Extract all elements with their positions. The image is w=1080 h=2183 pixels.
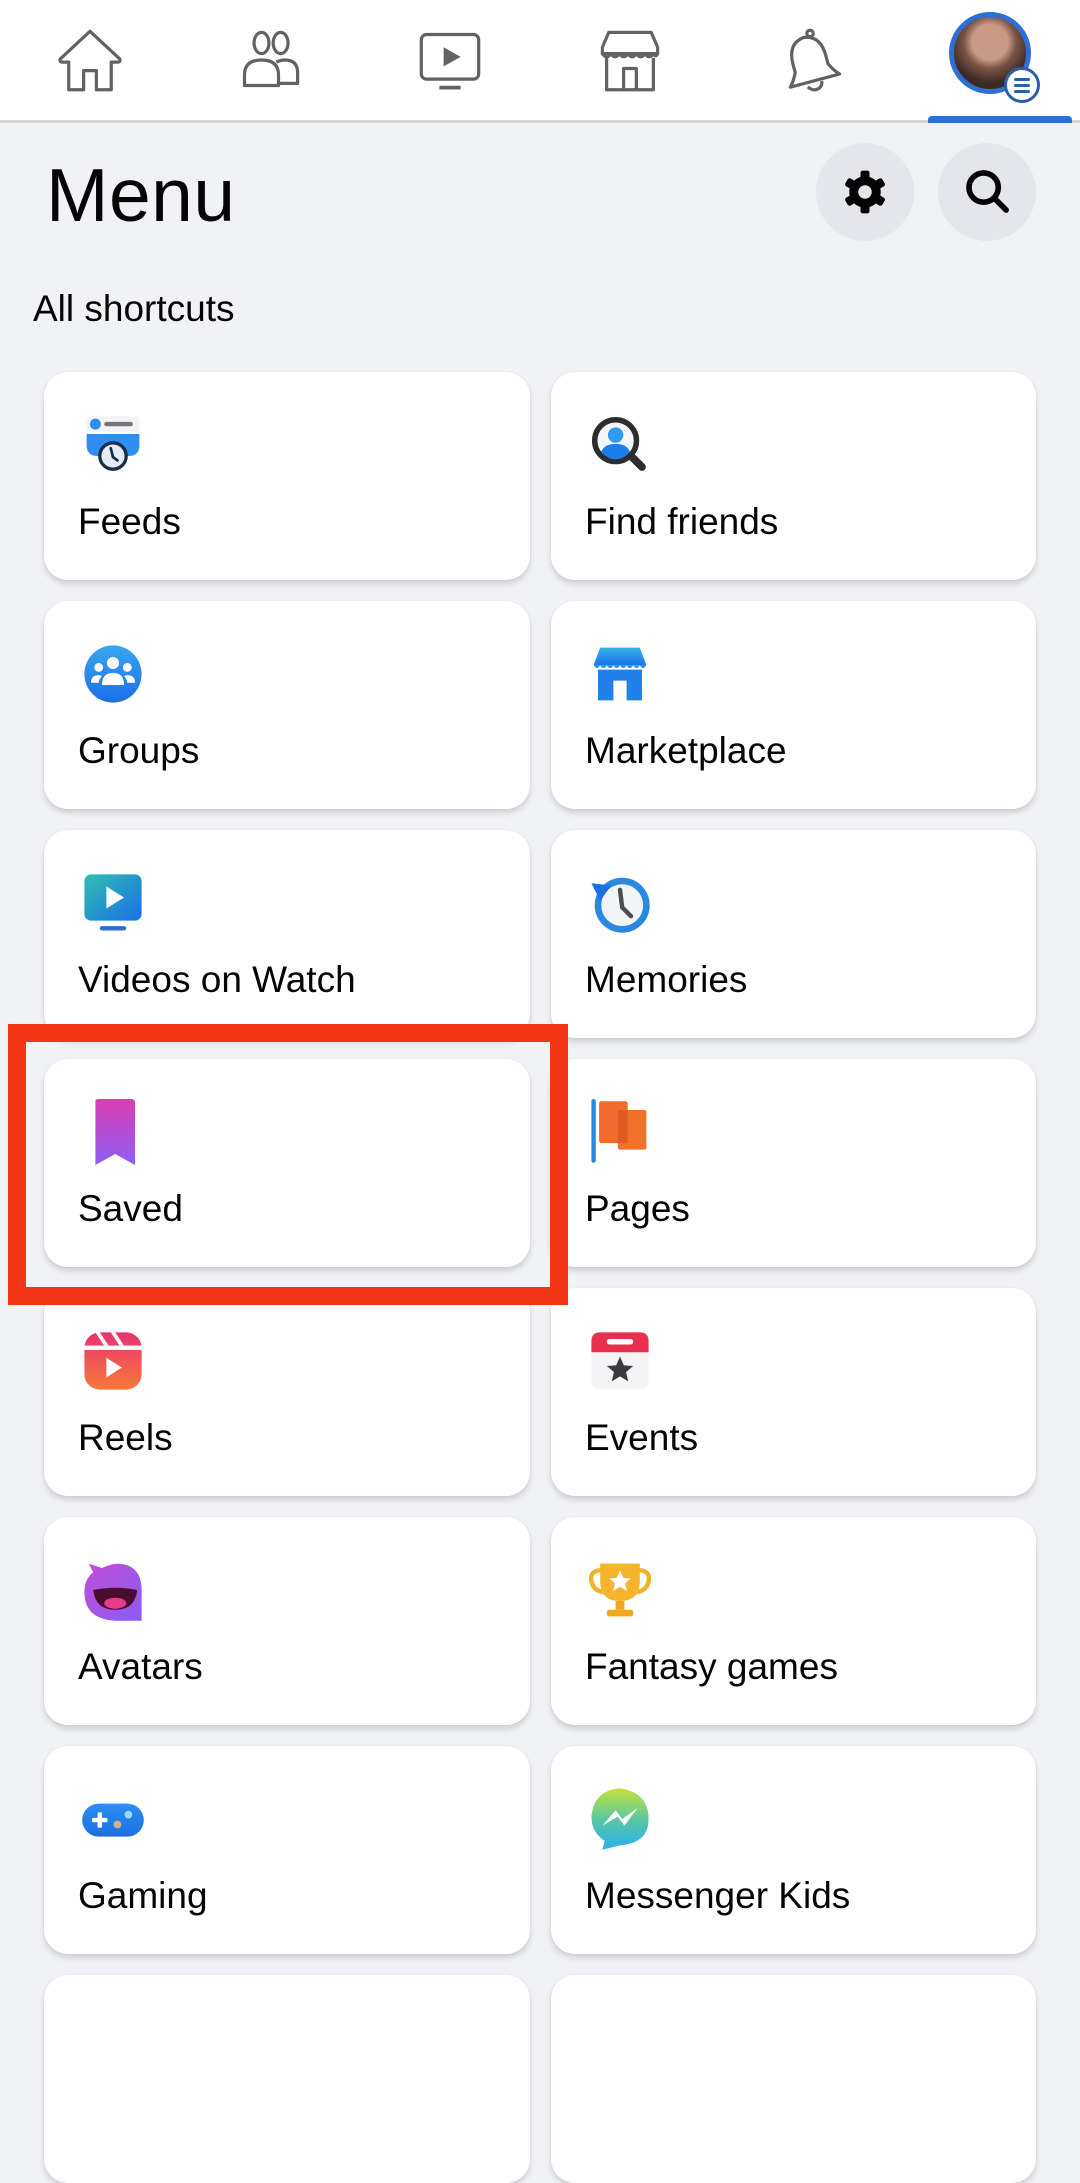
shortcut-label: Avatars — [78, 1646, 203, 1687]
tab-friends[interactable] — [180, 0, 360, 120]
friends-icon — [242, 30, 300, 88]
gear-icon — [845, 170, 885, 214]
top-navigation-bar — [0, 0, 1080, 123]
profile-avatar — [949, 12, 1040, 103]
shortcut-gaming[interactable]: Gaming — [44, 1746, 530, 1954]
shortcut-label: Saved — [78, 1188, 183, 1229]
watch-video-icon — [84, 874, 142, 931]
page-title: Menu — [46, 153, 236, 237]
shortcut-label: Messenger Kids — [585, 1875, 851, 1916]
home-icon — [58, 29, 122, 92]
memories-clock-icon — [591, 877, 650, 933]
avatar-face-icon — [84, 1563, 142, 1621]
shortcut-label: Marketplace — [585, 730, 787, 771]
shortcut-label: Reels — [78, 1417, 173, 1458]
active-tab-indicator — [928, 116, 1072, 123]
trophy-icon — [588, 1563, 652, 1617]
shortcut-feeds[interactable]: Feeds — [44, 372, 530, 580]
tab-menu[interactable] — [900, 0, 1080, 123]
shortcut-marketplace[interactable]: Marketplace — [551, 601, 1036, 809]
shortcut-find-friends[interactable]: Find friends — [551, 372, 1036, 580]
shortcut-label: Videos on Watch — [78, 959, 356, 1000]
tab-marketplace[interactable] — [540, 0, 720, 120]
shortcut-label: Groups — [78, 730, 200, 771]
shortcut-memories[interactable]: Memories — [551, 830, 1036, 1038]
shortcut-card-partial[interactable] — [44, 1975, 530, 2183]
reels-icon — [84, 1332, 142, 1390]
shortcut-fantasy-games[interactable]: Fantasy games — [551, 1517, 1036, 1725]
marketplace-icon — [600, 30, 660, 92]
tab-watch[interactable] — [360, 0, 540, 120]
menu-badge-icon — [1004, 67, 1040, 103]
shortcut-saved[interactable]: Saved — [44, 1059, 530, 1267]
shortcut-reels[interactable]: Reels — [44, 1288, 530, 1496]
shortcut-messenger-kids[interactable]: Messenger Kids — [551, 1746, 1036, 1954]
shortcut-pages[interactable]: Pages — [551, 1059, 1036, 1267]
tab-notifications[interactable] — [720, 0, 900, 120]
settings-button[interactable] — [816, 143, 914, 241]
calendar-star-icon — [591, 1332, 649, 1390]
video-icon — [419, 32, 481, 90]
bell-icon — [788, 28, 842, 92]
bookmark-icon — [95, 1099, 135, 1165]
shortcut-label: Find friends — [585, 501, 779, 542]
flag-icon — [591, 1099, 647, 1163]
shortcut-events[interactable]: Events — [551, 1288, 1036, 1496]
shortcut-avatars[interactable]: Avatars — [44, 1517, 530, 1725]
shortcut-videos-on-watch[interactable]: Videos on Watch — [44, 830, 530, 1038]
shortcut-label: Events — [585, 1417, 699, 1458]
shortcut-label: Fantasy games — [585, 1646, 838, 1687]
search-icon — [966, 170, 1009, 213]
find-friends-icon — [591, 416, 646, 471]
shortcut-label: Memories — [585, 959, 748, 1000]
feeds-icon — [86, 416, 140, 471]
shortcut-label: Feeds — [78, 501, 181, 542]
shortcut-groups[interactable]: Groups — [44, 601, 530, 809]
shortcut-label: Gaming — [78, 1875, 208, 1916]
section-heading-all-shortcuts: All shortcuts — [33, 288, 235, 329]
shortcut-card-partial[interactable] — [551, 1975, 1036, 2183]
marketplace-store-icon — [593, 647, 647, 701]
shortcut-label: Pages — [585, 1188, 690, 1229]
game-controller-icon — [82, 1803, 144, 1837]
tab-home[interactable] — [0, 0, 180, 120]
messenger-kids-icon — [591, 1788, 649, 1850]
groups-icon — [84, 645, 142, 703]
search-button[interactable] — [938, 143, 1036, 241]
